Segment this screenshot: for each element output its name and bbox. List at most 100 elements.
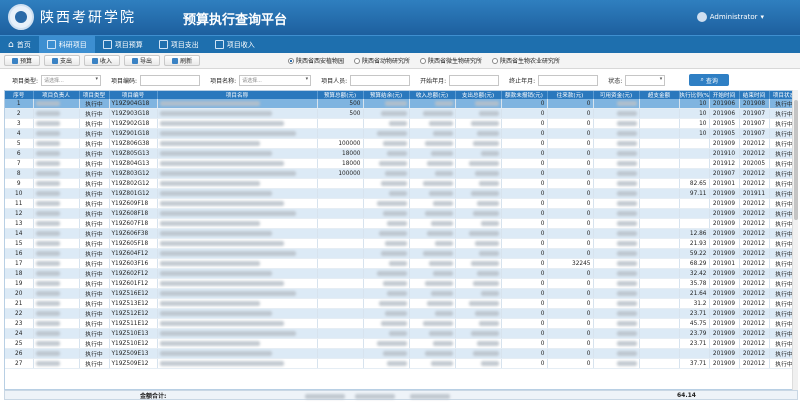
table-row[interactable]: 17 执行中 Y19Z603F16 0 32245 68.29 201901 202012 执行… <box>5 258 797 269</box>
nav-project-expense[interactable]: 项目支出 <box>151 36 207 54</box>
expense-button[interactable]: 支出 <box>44 55 81 66</box>
income-total <box>409 168 456 179</box>
budget-button[interactable]: 预算 <box>4 55 41 66</box>
column-header[interactable]: 往来款(元) <box>547 91 594 99</box>
export-button[interactable]: 导出 <box>124 55 161 66</box>
table-row[interactable]: 7 执行中 Y19Z804G13 18000 0 0 201912 202005 执行中 <box>5 158 797 169</box>
project-type: 执行中 <box>79 338 110 349</box>
end-month-input[interactable] <box>538 74 599 86</box>
table-row[interactable]: 14 执行中 Y19Z606F38 0 0 12.86 201909 202012 执行中 <box>5 228 797 239</box>
overspend <box>639 218 680 229</box>
nav-project-budget[interactable]: 项目预算 <box>95 36 151 54</box>
status-select[interactable] <box>625 74 666 86</box>
start-month-input[interactable] <box>449 74 500 86</box>
redacted-value <box>35 200 60 206</box>
table-row[interactable]: 11 执行中 Y19Z609F18 0 0 201909 202012 执行中 <box>5 198 797 209</box>
project-name <box>157 348 318 359</box>
scrollbar-thumb[interactable] <box>794 100 798 220</box>
budget-balance <box>363 118 410 129</box>
table-row[interactable]: 9 执行中 Y19Z802G12 0 0 82.65 201901 202012 执行中 <box>5 178 797 189</box>
table-row[interactable]: 18 执行中 Y19Z602F12 0 0 32.42 201909 202012 执行中 <box>5 268 797 279</box>
column-header[interactable]: 收入总额(元) <box>409 91 456 99</box>
column-header[interactable]: 预算结余(元) <box>363 91 410 99</box>
column-header[interactable]: 额款未报销(元) <box>501 91 548 99</box>
table-row[interactable]: 1 执行中 Y19Z904G18 500 0 0 10 201906 201908 执行中 <box>5 99 797 109</box>
execution-ratio: 10 <box>679 118 710 129</box>
execution-ratio: 97.11 <box>679 188 710 199</box>
row-number: 25 <box>5 338 34 349</box>
unreimbursed: 0 <box>501 288 548 299</box>
column-header[interactable]: 项目类型 <box>79 91 110 99</box>
column-header[interactable]: 项目名称 <box>157 91 318 99</box>
table-row[interactable]: 12 执行中 Y19Z608F18 0 0 201909 202012 执行中 <box>5 208 797 219</box>
budget-balance <box>363 328 410 339</box>
table-header-row: 序号 项目负责人 项目类型 项目编号 项目名称 预算总额(元) 预算结余(元) 收入总额(元)… <box>5 91 797 99</box>
table-row[interactable]: 13 执行中 Y19Z607F18 0 0 201909 202012 执行中 <box>5 218 797 229</box>
radio-institute-2[interactable]: 陕西省动物研究所 <box>353 56 410 65</box>
column-header[interactable]: 项目编号 <box>109 91 158 99</box>
income-button[interactable]: 收入 <box>84 55 121 66</box>
column-header[interactable]: 结束时间 <box>739 91 770 99</box>
radio-institute-1[interactable]: 陕西省西安植物园 <box>287 56 344 65</box>
redacted-value <box>159 190 272 196</box>
table-row[interactable]: 19 执行中 Y19Z601F12 0 0 35.78 201909 202012 执行中 <box>5 278 797 289</box>
project-name-select[interactable]: 请选择... <box>239 74 312 86</box>
table-row[interactable]: 10 执行中 Y19Z801G12 0 0 97.11 201909 201911 执行中 <box>5 188 797 199</box>
table-row[interactable]: 20 执行中 Y19Z516E12 0 0 21.64 201909 202012 执行中 <box>5 288 797 299</box>
column-header[interactable]: 开始时间 <box>709 91 740 99</box>
column-header[interactable]: 支出总额(元) <box>455 91 502 99</box>
available-funds <box>593 248 640 259</box>
column-header[interactable]: 项目负责人 <box>33 91 80 99</box>
nav-home[interactable]: ⌂ 首页 <box>0 36 39 54</box>
table-row[interactable]: 25 执行中 Y19Z510E12 0 0 23.71 201909 202012 执行中 <box>5 338 797 349</box>
nav-project-income[interactable]: 项目收入 <box>207 36 263 54</box>
column-header[interactable]: 序号 <box>5 91 34 99</box>
project-code-input[interactable] <box>140 74 201 86</box>
redacted-value <box>35 300 60 306</box>
project-person-input[interactable] <box>350 74 411 86</box>
table-row[interactable]: 2 执行中 Y19Z903G18 500 0 0 10 201906 201907 执行中 <box>5 108 797 119</box>
table-row[interactable]: 4 执行中 Y19Z901G18 0 0 10 201905 201907 执行中 <box>5 128 797 139</box>
redacted-value <box>35 290 60 296</box>
redacted-value <box>432 270 453 276</box>
income-total <box>409 238 456 249</box>
column-header[interactable]: 超支金额 <box>639 91 680 99</box>
table-row[interactable]: 8 执行中 Y19Z803G12 100000 0 0 201907 202012 执行中 <box>5 168 797 179</box>
table-row[interactable]: 6 执行中 Y19Z805G13 18000 0 0 201910 202012 执行中 <box>5 148 797 159</box>
table-row[interactable]: 27 执行中 Y19Z509E12 0 0 37.71 201909 202012 执行中 <box>5 358 797 369</box>
nav-research-projects[interactable]: 科研项目 <box>38 35 95 54</box>
execution-ratio <box>679 148 710 159</box>
redacted-value <box>35 180 60 186</box>
table-row[interactable]: 26 执行中 Y19Z509E13 0 0 201909 202012 执行中 <box>5 348 797 359</box>
start-time: 201909 <box>709 238 740 249</box>
table-row[interactable]: 5 执行中 Y19Z806G38 100000 0 0 201909 202012 执行中 <box>5 138 797 149</box>
budget-balance <box>363 178 410 189</box>
refresh-button[interactable]: 刷新 <box>164 55 201 66</box>
table-row[interactable]: 3 执行中 Y19Z902G18 0 0 10 201905 201907 执行中 <box>5 118 797 129</box>
table-row[interactable]: 24 执行中 Y19Z510E13 0 0 23.79 201909 202012 执行中 <box>5 328 797 339</box>
nav-label: 项目支出 <box>170 40 199 49</box>
column-header[interactable]: 执行比例(%) <box>679 91 710 99</box>
table-row[interactable]: 22 执行中 Y19Z512E12 0 0 23.71 201909 202012 执行中 <box>5 308 797 319</box>
column-header[interactable]: 预算总额(元) <box>317 91 364 99</box>
nav-label: 首页 <box>16 40 31 49</box>
overspend <box>639 358 680 369</box>
expense-total <box>455 168 502 179</box>
table-row[interactable]: 15 执行中 Y19Z605F18 0 0 21.93 201909 202012 执行中 <box>5 238 797 249</box>
table-row[interactable]: 21 执行中 Y19Z513E12 0 0 31.2 201909 202012 执行中 <box>5 298 797 309</box>
column-header[interactable]: 可用资金(元) <box>593 91 640 99</box>
table-row[interactable]: 23 执行中 Y19Z511E12 0 0 45.75 201909 202012 执行中 <box>5 318 797 329</box>
radio-institute-3[interactable]: 陕西省微生物研究所 <box>419 56 482 65</box>
radio-institute-4[interactable]: 陕西省生物农业研究所 <box>491 56 560 65</box>
row-number: 21 <box>5 298 34 309</box>
income-total <box>409 328 456 339</box>
project-leader <box>33 258 80 269</box>
project-type-select[interactable]: 请选择... <box>41 74 102 86</box>
start-time: 201909 <box>709 188 740 199</box>
table-scrollbar[interactable] <box>792 90 798 390</box>
project-code: Y19Z801G12 <box>109 188 158 199</box>
start-time: 201906 <box>709 99 740 109</box>
user-menu[interactable]: Administrator ▾ <box>696 12 764 22</box>
query-button[interactable]: ⌕ 查询 <box>689 74 730 86</box>
table-row[interactable]: 16 执行中 Y19Z604F12 0 0 59.22 201909 202012 执行中 <box>5 248 797 259</box>
